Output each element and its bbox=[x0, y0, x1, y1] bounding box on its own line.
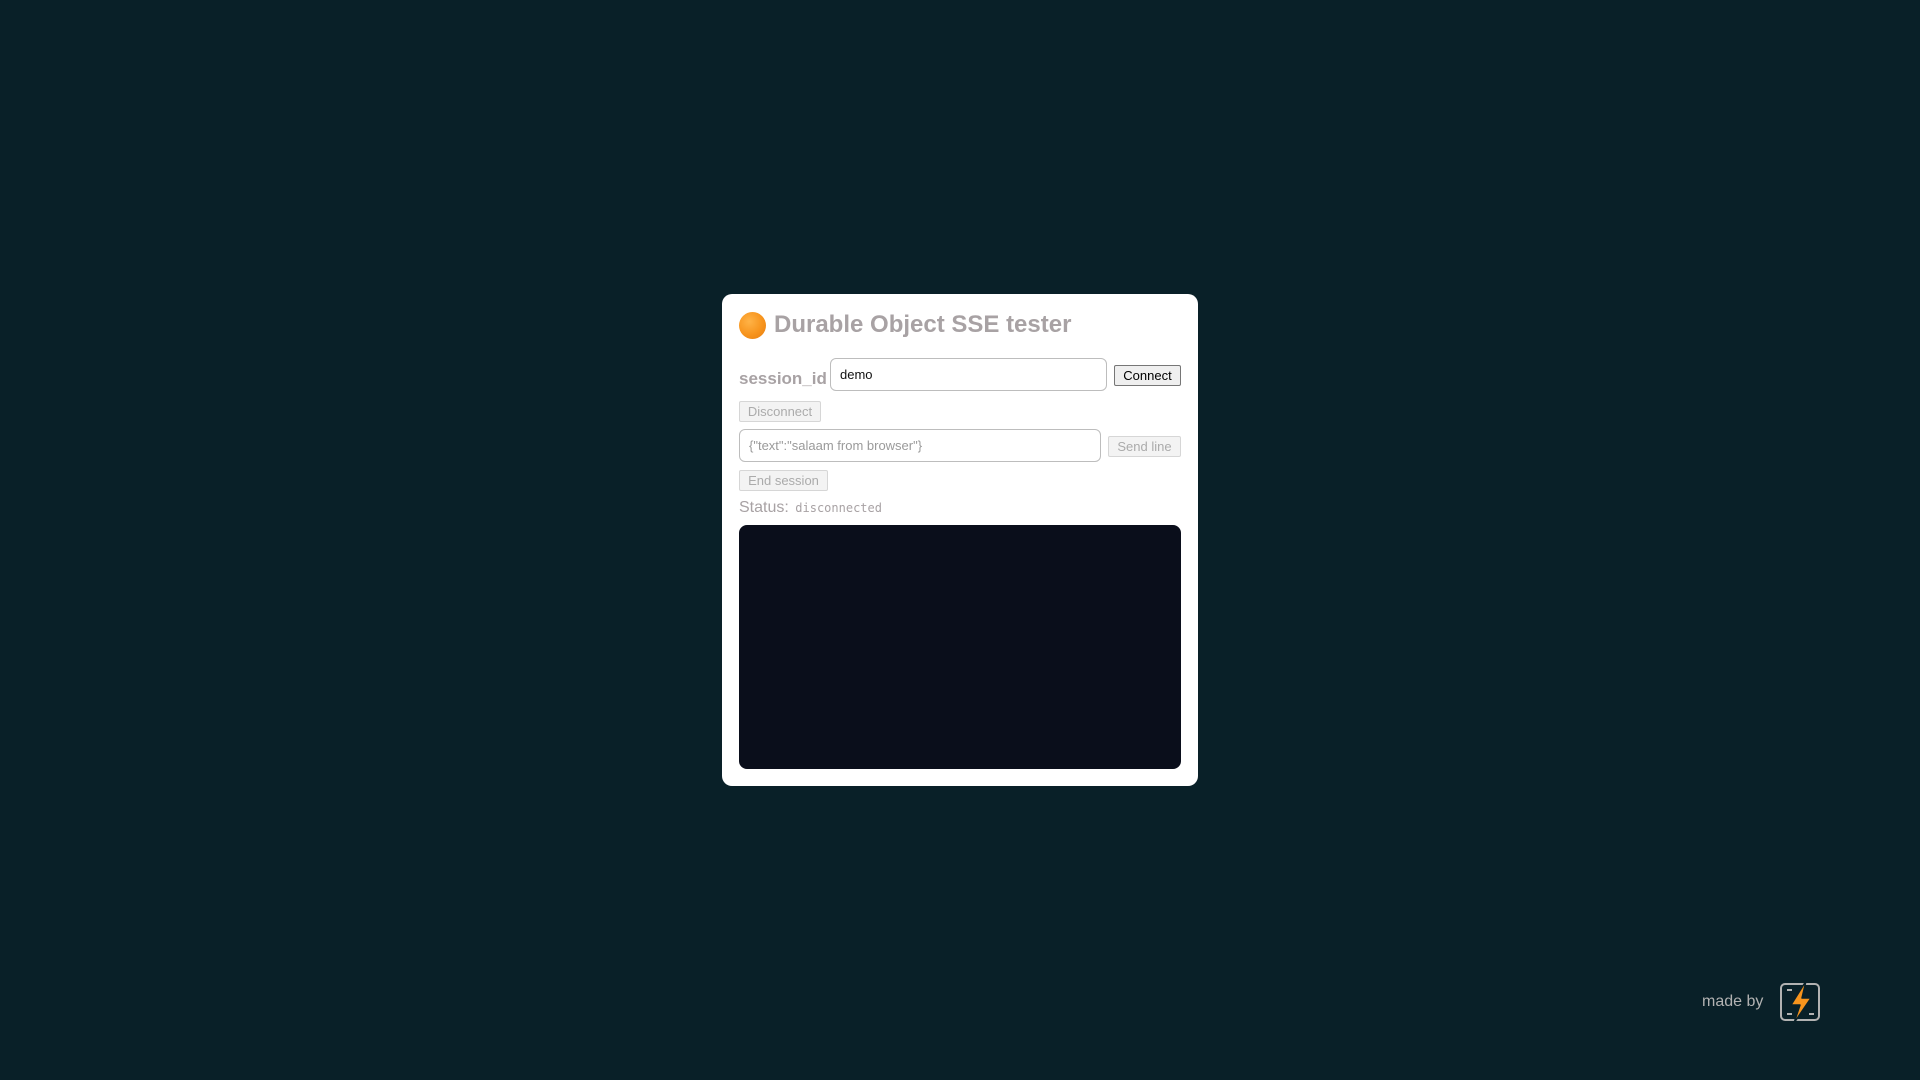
made-by-text: made by bbox=[1702, 993, 1764, 1010]
session-id-label: session_id bbox=[739, 369, 827, 388]
orange-circle-icon bbox=[739, 311, 766, 339]
page-title-text: Durable Object SSE tester bbox=[774, 311, 1072, 338]
status-row: Status: disconnected bbox=[739, 497, 882, 519]
end-session-button[interactable]: End session bbox=[739, 470, 828, 491]
tester-card: Durable Object SSE tester session_id Con… bbox=[722, 294, 1198, 786]
connect-button[interactable]: Connect bbox=[1114, 365, 1181, 386]
session-id-input[interactable] bbox=[830, 358, 1107, 391]
line-input[interactable] bbox=[739, 429, 1101, 462]
status-label: Status: bbox=[739, 499, 789, 516]
send-line-button[interactable]: Send line bbox=[1108, 436, 1181, 457]
event-log bbox=[739, 525, 1181, 769]
made-by-footer[interactable]: made by bbox=[1702, 980, 1821, 1024]
disconnect-button[interactable]: Disconnect bbox=[739, 401, 821, 422]
lightning-bolt-logo-icon[interactable] bbox=[1779, 980, 1821, 1024]
page-title: Durable Object SSE tester bbox=[739, 310, 1071, 340]
status-value: disconnected bbox=[795, 501, 882, 515]
